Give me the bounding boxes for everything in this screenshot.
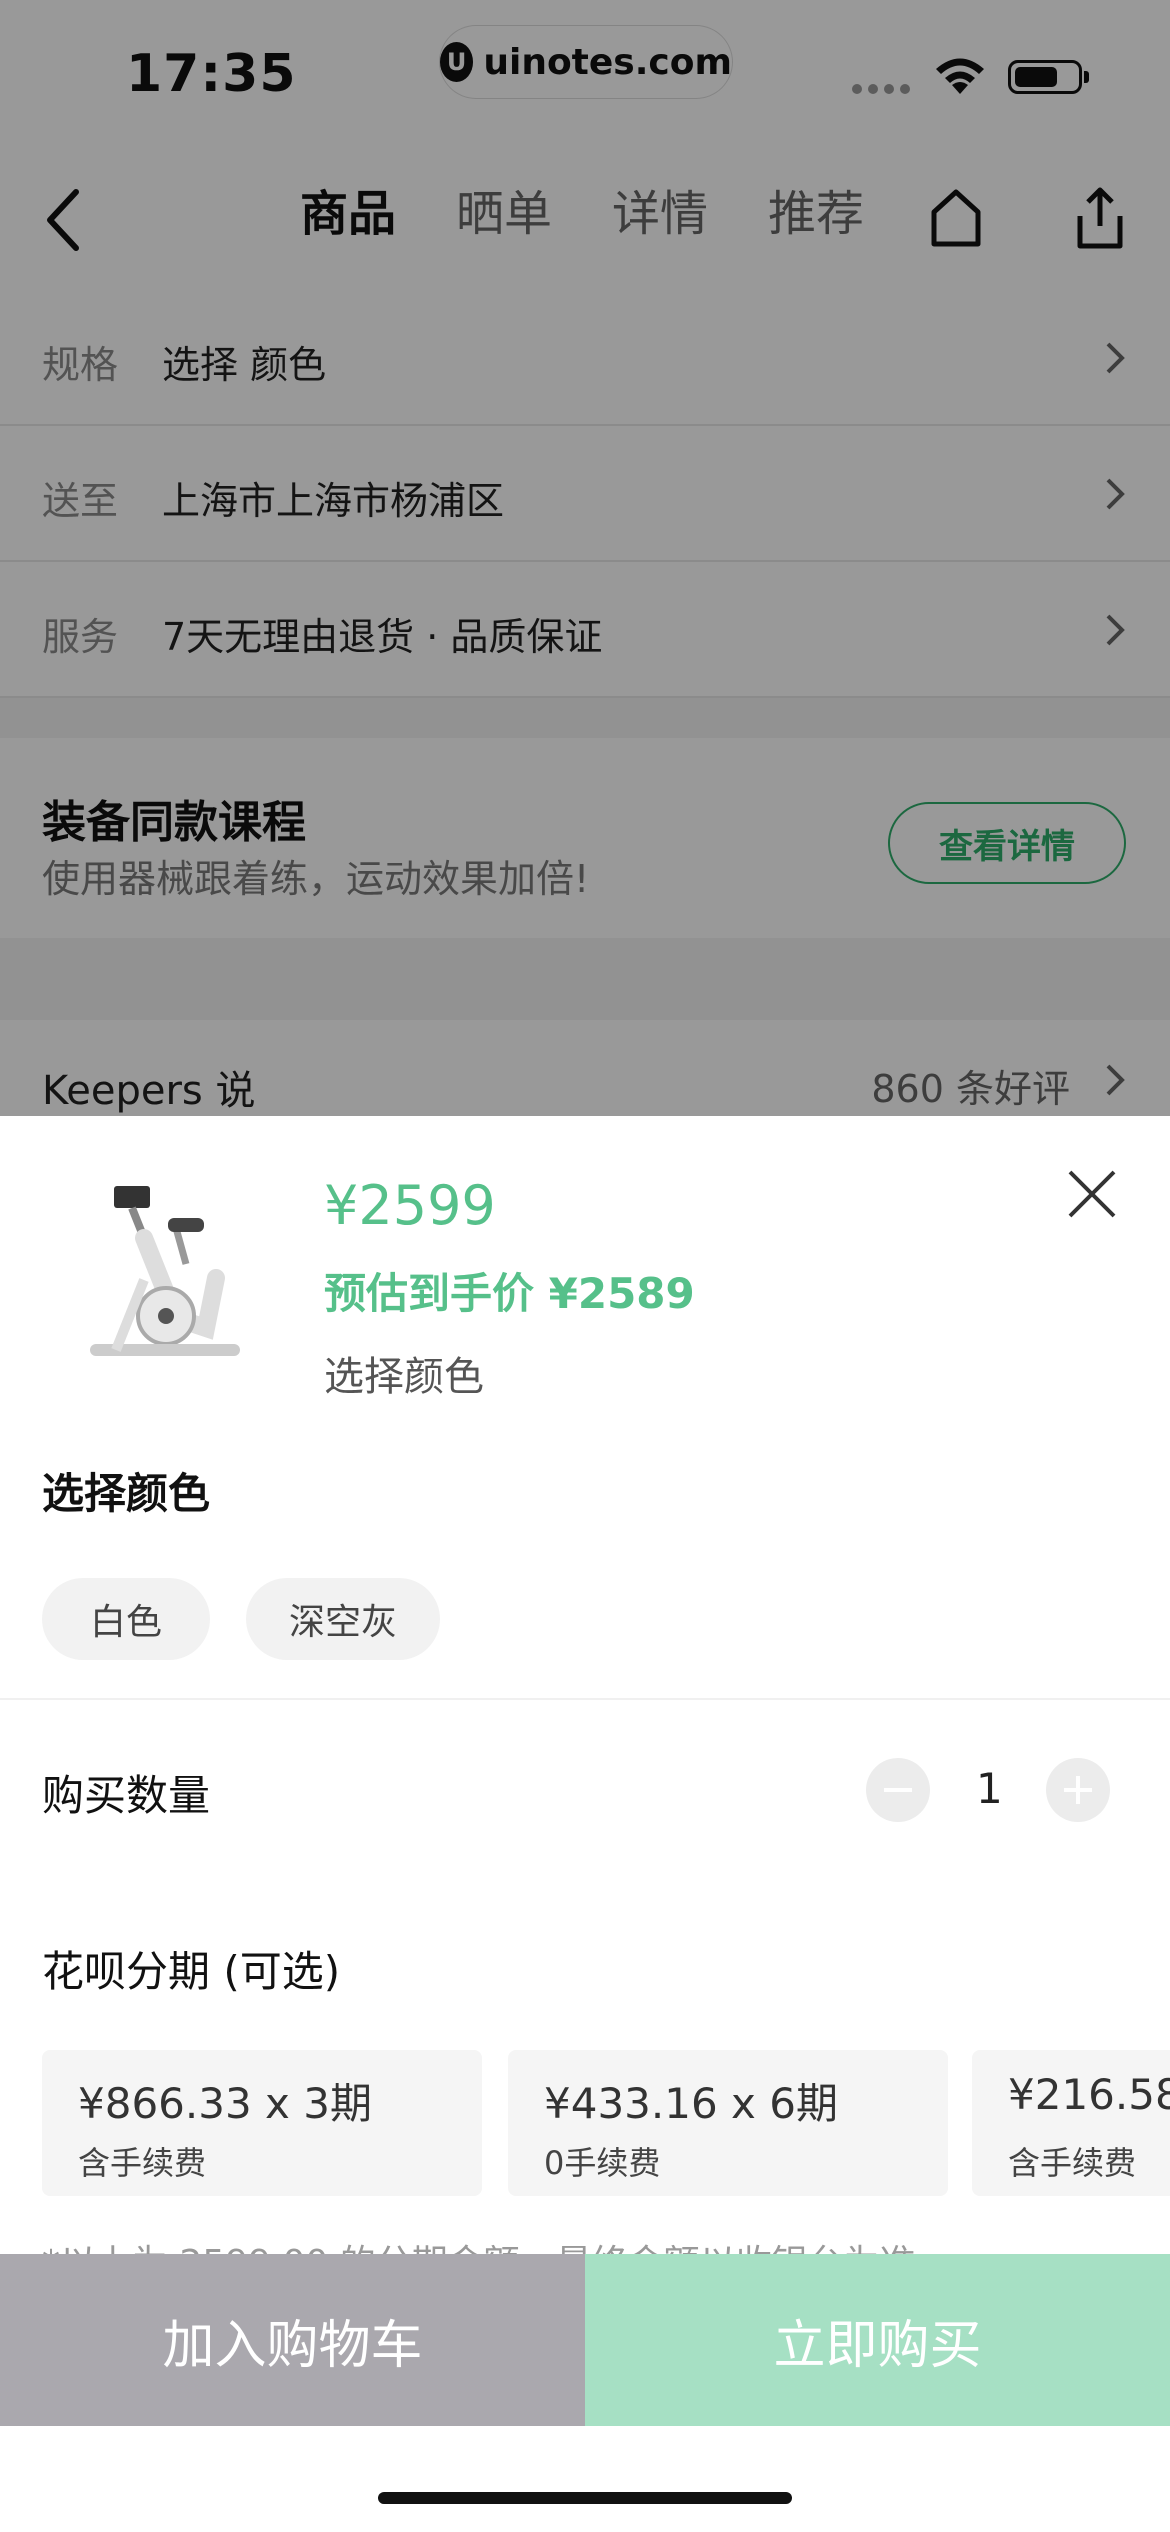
estimated-price: 预估到手价 ¥2589 — [324, 1269, 695, 1318]
home-indicator — [378, 2492, 792, 2504]
divider — [0, 1698, 1170, 1700]
close-icon[interactable] — [1064, 1166, 1120, 1222]
installment-title: 花呗分期 (可选) — [42, 1947, 341, 1996]
installment-option-3[interactable]: ¥866.33 x 3期 含手续费 — [42, 2050, 482, 2196]
buy-now-button[interactable]: 立即购买 — [585, 2254, 1170, 2426]
sku-selection-sheet: ¥2599 预估到手价 ¥2589 选择颜色 选择颜色 白色 深空灰 购买数量 … — [0, 1116, 1170, 2532]
selection-hint: 选择颜色 — [324, 1354, 484, 1400]
quantity-label: 购买数量 — [42, 1771, 211, 1820]
installment-amount: ¥433.16 x 6期 — [544, 2079, 838, 2128]
color-section-title: 选择颜色 — [42, 1469, 211, 1518]
installment-amount: ¥216.58 — [1008, 2070, 1170, 2119]
installment-amount: ¥866.33 x 3期 — [78, 2079, 372, 2128]
installment-fee: 含手续费 — [1008, 2144, 1137, 2182]
installment-fee: 0手续费 — [544, 2144, 661, 2182]
color-option-space-gray[interactable]: 深空灰 — [246, 1578, 440, 1660]
add-to-cart-button[interactable]: 加入购物车 — [0, 2254, 585, 2426]
quantity-decrease-button[interactable] — [866, 1758, 930, 1822]
quantity-value: 1 — [976, 1764, 1003, 1813]
product-price: ¥2599 — [324, 1174, 496, 1237]
installment-option-6[interactable]: ¥433.16 x 6期 0手续费 — [508, 2050, 948, 2196]
installment-fee: 含手续费 — [78, 2144, 207, 2182]
modal-overlay[interactable] — [0, 0, 1170, 1116]
quantity-increase-button[interactable] — [1046, 1758, 1110, 1822]
product-thumbnail — [90, 1186, 240, 1356]
color-option-white[interactable]: 白色 — [42, 1578, 210, 1660]
installment-option-12[interactable]: ¥216.58 含手续费 — [972, 2050, 1170, 2196]
